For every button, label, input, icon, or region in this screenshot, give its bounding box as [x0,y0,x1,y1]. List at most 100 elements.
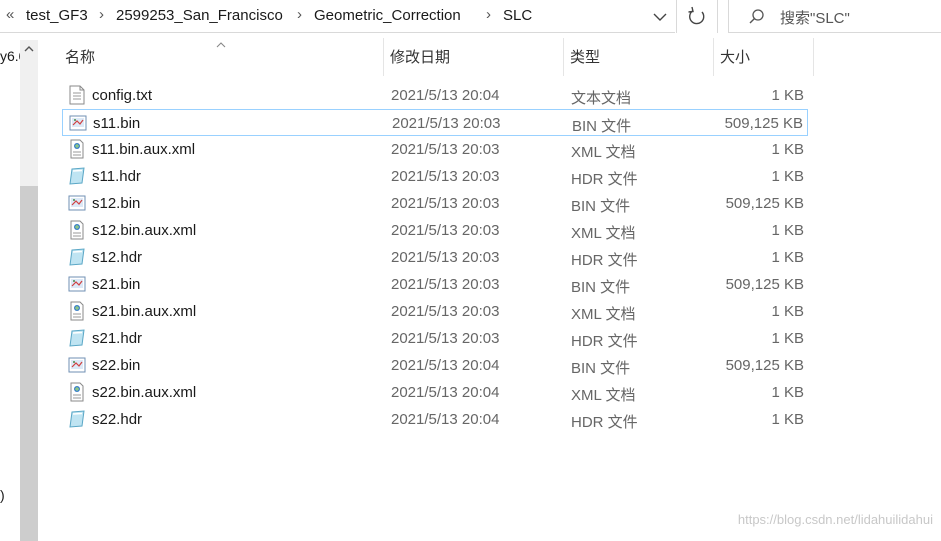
search-box[interactable]: 搜索"SLC" [728,0,941,33]
file-type: 文本文档 [571,90,632,107]
column-header-date[interactable]: 修改日期 [385,38,564,76]
file-size: 1 KB [771,330,804,347]
bin-file-icon [68,274,86,294]
search-icon [749,9,764,24]
file-row[interactable]: s22.bin 2021/5/13 20:04 BIN 文件 509,125 KB [62,352,808,379]
column-header-size[interactable]: 大小 [715,38,814,76]
file-type: BIN 文件 [571,279,631,296]
file-size: 509,125 KB [725,276,804,293]
file-type: XML 文档 [571,144,636,161]
hdr-file-icon [68,166,86,186]
file-name[interactable]: s22.bin.aux.xml [92,384,196,401]
xml-file-icon [68,301,86,321]
file-type: HDR 文件 [571,252,638,269]
file-name[interactable]: s12.bin [92,195,140,212]
xml-file-icon [68,220,86,240]
xml-file-icon [68,139,86,159]
column-header-name[interactable]: 名称 [60,38,384,76]
file-row[interactable]: s11.hdr 2021/5/13 20:03 HDR 文件 1 KB [62,163,808,190]
file-date: 2021/5/13 20:03 [391,168,500,185]
file-type: XML 文档 [571,387,636,404]
file-size: 509,125 KB [725,357,804,374]
file-row[interactable]: s12.bin 2021/5/13 20:03 BIN 文件 509,125 KB [62,190,808,217]
file-name[interactable]: s11.bin [93,115,140,132]
nav-item-partial[interactable]: y6.0 [0,48,20,64]
file-name[interactable]: s21.bin.aux.xml [92,303,196,320]
breadcrumb-item-san-francisco[interactable]: 2599253_San_Francisco [116,7,283,24]
file-name[interactable]: s11.bin.aux.xml [92,141,195,158]
file-row[interactable]: s22.hdr 2021/5/13 20:04 HDR 文件 1 KB [62,406,808,433]
address-history-button[interactable] [646,0,674,33]
file-type: XML 文档 [571,225,636,242]
file-name[interactable]: s11.hdr [92,168,141,185]
file-name[interactable]: s22.bin [92,357,140,374]
file-row[interactable]: s11.bin.aux.xml 2021/5/13 20:03 XML 文档 1 KB [62,136,808,163]
bin-file-icon [68,355,86,375]
address-bar[interactable]: « test_GF3 › 2599253_San_Francisco › Geo… [0,0,675,33]
column-header-name-label: 名称 [65,49,96,66]
chevron-right-icon[interactable]: › [486,6,491,23]
column-header-date-label: 修改日期 [390,49,451,66]
breadcrumb-overflow[interactable]: « [6,6,14,23]
file-size: 509,125 KB [725,195,804,212]
breadcrumb-item-slc[interactable]: SLC [503,7,532,24]
file-row[interactable]: s21.bin.aux.xml 2021/5/13 20:03 XML 文档 1 KB [62,298,808,325]
nav-scrollbar-thumb[interactable] [20,186,38,541]
file-type: HDR 文件 [571,414,638,431]
breadcrumb-item-test-gf3[interactable]: test_GF3 [26,7,88,24]
file-size: 509,125 KB [724,115,803,132]
file-date: 2021/5/13 20:03 [392,115,501,132]
file-name[interactable]: s12.hdr [92,249,142,266]
file-name[interactable]: s21.bin [92,276,140,293]
file-type: BIN 文件 [571,360,631,377]
file-name[interactable]: s12.bin.aux.xml [92,222,196,239]
file-size: 1 KB [771,141,804,158]
breadcrumb-item-geometric-correction[interactable]: Geometric_Correction [314,7,461,24]
chevron-right-icon[interactable]: › [99,6,104,23]
xml-file-icon [68,382,86,402]
refresh-icon [688,6,705,25]
file-date: 2021/5/13 20:03 [391,249,500,266]
nav-item-partial-2[interactable]: ) [0,487,5,503]
file-date: 2021/5/13 20:04 [391,357,500,374]
file-row[interactable]: config.txt 2021/5/13 20:04 文本文档 1 KB [62,82,808,109]
chevron-right-icon[interactable]: › [297,6,302,23]
file-name[interactable]: s22.hdr [92,411,142,428]
file-date: 2021/5/13 20:03 [391,303,500,320]
file-date: 2021/5/13 20:03 [391,222,500,239]
search-placeholder[interactable]: 搜索"SLC" [780,7,850,28]
file-row[interactable]: s11.bin 2021/5/13 20:03 BIN 文件 509,125 KB [62,109,808,136]
file-date: 2021/5/13 20:04 [391,411,500,428]
file-type: HDR 文件 [571,333,638,350]
file-row[interactable]: s21.hdr 2021/5/13 20:03 HDR 文件 1 KB [62,325,808,352]
file-date: 2021/5/13 20:03 [391,141,500,158]
file-date: 2021/5/13 20:03 [391,276,500,293]
file-row[interactable]: s22.bin.aux.xml 2021/5/13 20:04 XML 文档 1 KB [62,379,808,406]
file-size: 1 KB [771,168,804,185]
file-row[interactable]: s12.hdr 2021/5/13 20:03 HDR 文件 1 KB [62,244,808,271]
file-type: BIN 文件 [572,118,632,135]
text-file-icon [68,85,86,105]
file-size: 1 KB [771,249,804,266]
file-size: 1 KB [771,87,804,104]
refresh-button[interactable] [676,0,718,33]
file-date: 2021/5/13 20:03 [391,330,500,347]
column-header-size-label: 大小 [720,49,751,66]
file-name[interactable]: config.txt [92,87,152,104]
file-date: 2021/5/13 20:03 [391,195,500,212]
column-header-type-label: 类型 [570,49,601,66]
file-size: 1 KB [771,411,804,428]
file-size: 1 KB [771,222,804,239]
file-size: 1 KB [771,384,804,401]
file-type: BIN 文件 [571,198,631,215]
file-row[interactable]: s21.bin 2021/5/13 20:03 BIN 文件 509,125 KB [62,271,808,298]
hdr-file-icon [68,328,86,348]
hdr-file-icon [68,247,86,267]
chevron-down-icon [653,13,667,21]
file-row[interactable]: s12.bin.aux.xml 2021/5/13 20:03 XML 文档 1 KB [62,217,808,244]
file-type: HDR 文件 [571,171,638,188]
file-name[interactable]: s21.hdr [92,330,142,347]
scroll-up-icon[interactable] [22,42,36,56]
column-header-type[interactable]: 类型 [565,38,714,76]
hdr-file-icon [68,409,86,429]
